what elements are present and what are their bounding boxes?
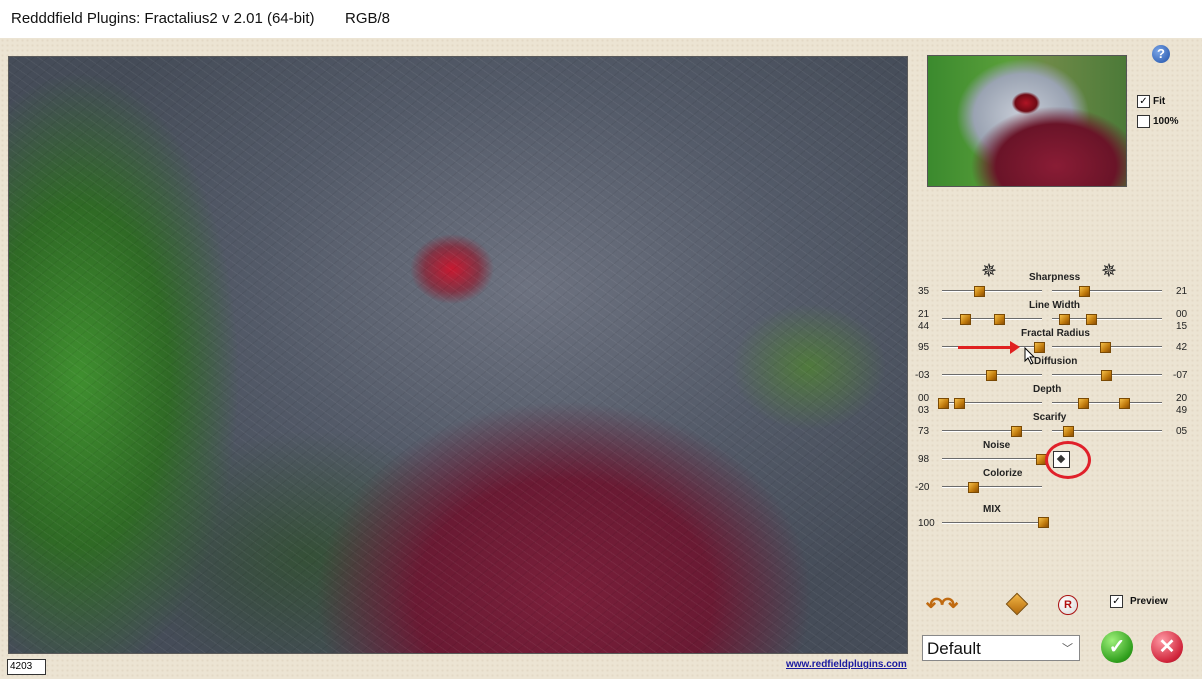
depth-right-top-value: 20 (1176, 393, 1188, 404)
fractal-radius-left-value: 95 (918, 342, 930, 353)
fractal-radius-right-value: 42 (1176, 342, 1188, 353)
fractal-radius-right-handle[interactable] (1100, 342, 1111, 353)
noise-value: 98 (918, 454, 930, 465)
fit-label: Fit (1153, 96, 1166, 107)
scarify-left-handle[interactable] (1011, 426, 1022, 437)
line-width-left-top-value: 21 (918, 309, 930, 320)
noise-track[interactable] (942, 458, 1042, 460)
sharpness-right-handle[interactable] (1079, 286, 1090, 297)
scarify-right-handle[interactable] (1063, 426, 1074, 437)
noise-label: Noise (983, 440, 1011, 451)
question-icon[interactable]: ? (1152, 45, 1170, 63)
sharpness-right-value: 21 (1176, 286, 1188, 297)
diffusion-right-value: -07 (1173, 370, 1188, 381)
depth-handle-1[interactable] (938, 398, 949, 409)
sharpness-left-track[interactable] (942, 290, 1042, 292)
preset-dropdown[interactable]: Default ﹀ (922, 635, 1080, 661)
scarify-left-track[interactable] (942, 430, 1042, 432)
undo-redo-arrows-icon[interactable]: ↶↷ (926, 593, 958, 618)
diffusion-label: Diffusion (1034, 356, 1078, 367)
preview-label: Preview (1130, 596, 1168, 607)
mix-value: 100 (918, 518, 935, 529)
sparkle-icon-right[interactable]: ✵ (1101, 262, 1117, 281)
colorize-handle[interactable] (968, 482, 979, 493)
coords-box: 4203 (7, 659, 46, 675)
color-mode: RGB/8 (345, 10, 391, 27)
depth-handle-3[interactable] (1078, 398, 1089, 409)
mix-handle[interactable] (1038, 517, 1049, 528)
diffusion-left-handle[interactable] (986, 370, 997, 381)
depth-right-track[interactable] (1052, 402, 1162, 404)
colorize-value: -20 (915, 482, 930, 493)
diffusion-left-value: -03 (915, 370, 930, 381)
website-link[interactable]: www.redfieldplugins.com (786, 659, 907, 670)
line-width-label: Line Width (1029, 300, 1081, 311)
title-bar: Redddfield Plugins: Fractalius2 v 2.01 (… (0, 0, 1202, 38)
mix-track[interactable] (942, 522, 1042, 524)
main-preview-image[interactable] (8, 56, 908, 654)
preset-value: Default (927, 639, 981, 658)
scarify-label: Scarify (1033, 412, 1067, 423)
ok-button[interactable]: ✓ (1101, 631, 1133, 663)
scarify-left-value: 73 (918, 426, 930, 437)
reset-icon[interactable]: R (1058, 595, 1078, 615)
depth-left-top-value: 00 (918, 393, 930, 404)
annotation-arrow (958, 341, 1020, 354)
fractal-radius-label: Fractal Radius (1021, 328, 1090, 339)
full-size-checkbox[interactable] (1137, 115, 1150, 128)
preview-checkbox[interactable]: ✓ (1110, 595, 1123, 608)
scarify-right-value: 05 (1176, 426, 1188, 437)
line-width-handle-3[interactable] (1059, 314, 1070, 325)
depth-right-bottom-value: 49 (1176, 405, 1188, 416)
sharpness-right-track[interactable] (1052, 290, 1162, 292)
sharpness-left-handle[interactable] (974, 286, 985, 297)
colorize-track[interactable] (942, 486, 1042, 488)
line-width-left-track[interactable] (942, 318, 1042, 320)
sharpness-label: Sharpness (1029, 272, 1081, 283)
depth-label: Depth (1033, 384, 1062, 395)
sparkle-icon-left[interactable]: ✵ (981, 262, 997, 281)
line-width-handle-2[interactable] (994, 314, 1005, 325)
sharpness-left-value: 35 (918, 286, 930, 297)
depth-left-bottom-value: 03 (918, 405, 930, 416)
full-size-label: 100% (1153, 116, 1179, 127)
depth-handle-4[interactable] (1119, 398, 1130, 409)
colorize-label: Colorize (983, 468, 1023, 479)
line-width-left-bottom-value: 44 (918, 321, 930, 332)
diffusion-right-handle[interactable] (1101, 370, 1112, 381)
annotation-circle (1045, 441, 1091, 479)
chevron-down-icon: ﹀ (1062, 643, 1073, 655)
line-width-handle-1[interactable] (960, 314, 971, 325)
line-width-right-bottom-value: 15 (1176, 321, 1188, 332)
navigator-thumbnail[interactable] (927, 55, 1127, 187)
mix-label: MIX (983, 504, 1001, 515)
fit-checkbox[interactable]: ✓ (1137, 95, 1150, 108)
line-width-right-top-value: 00 (1176, 309, 1188, 320)
line-width-handle-4[interactable] (1086, 314, 1097, 325)
window-title: Redddfield Plugins: Fractalius2 v 2.01 (… (11, 10, 315, 27)
depth-handle-2[interactable] (954, 398, 965, 409)
cancel-button[interactable]: ✕ (1151, 631, 1183, 663)
